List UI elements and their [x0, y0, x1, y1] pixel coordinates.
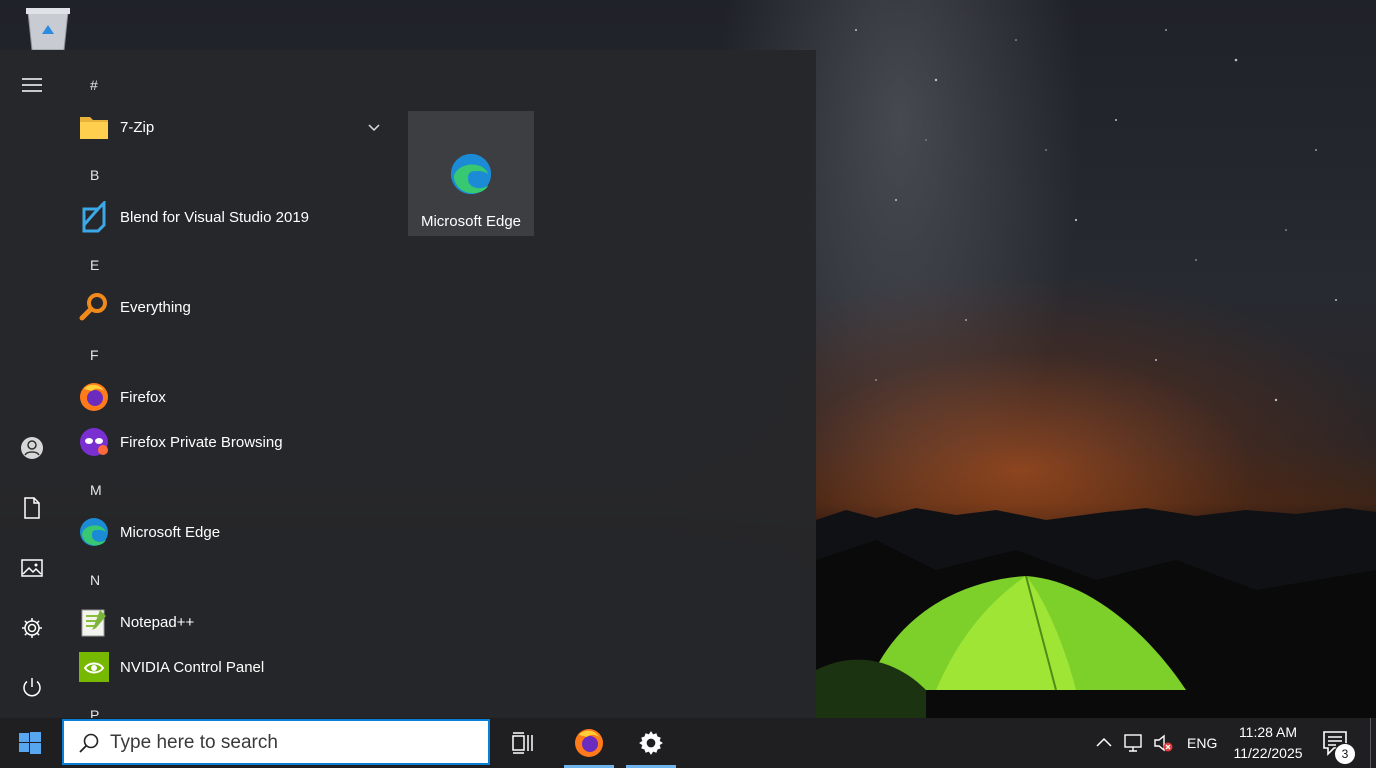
edge-icon — [450, 153, 492, 195]
task-view-icon — [512, 732, 533, 754]
power-button[interactable] — [0, 664, 64, 712]
folder-icon — [80, 117, 108, 139]
tile-label: Microsoft Edge — [420, 213, 522, 230]
app-label: Firefox Private Browsing — [120, 433, 283, 451]
app-item-microsoft-edge[interactable]: Microsoft Edge — [78, 512, 388, 552]
clock-time: 11:28 AM — [1238, 724, 1298, 740]
app-label: Microsoft Edge — [120, 523, 221, 541]
letter-header-e[interactable]: E — [90, 257, 99, 273]
app-item-everything[interactable]: Everything — [78, 287, 388, 327]
nvidia-icon — [79, 652, 109, 682]
user-avatar-icon — [21, 437, 43, 459]
letter-header-p[interactable]: P — [90, 707, 99, 718]
clock[interactable]: 11:28 AM 11/22/2025 — [1222, 722, 1314, 764]
taskbar: ENG 11:28 AM 11/22/2025 3 — [0, 718, 1376, 768]
expand-menu-button[interactable] — [0, 61, 64, 109]
app-item-firefox[interactable]: Firefox — [78, 377, 388, 417]
letter-header-hash[interactable]: # — [90, 77, 98, 93]
letter-header-b[interactable]: B — [90, 167, 99, 183]
pictures-button[interactable] — [0, 544, 64, 592]
mountain-and-tent-scene — [816, 508, 1376, 718]
clock-date: 11/22/2025 — [1233, 745, 1303, 761]
app-item-blend[interactable]: Blend for Visual Studio 2019 — [78, 197, 388, 237]
chevron-up-icon[interactable] — [1093, 732, 1115, 754]
network-icon[interactable] — [1122, 732, 1144, 754]
app-label: Everything — [120, 298, 191, 316]
language-indicator[interactable]: ENG — [1187, 735, 1217, 751]
gear-icon — [639, 731, 663, 755]
recycle-bin-icon[interactable] — [22, 6, 74, 50]
app-label: Blend for Visual Studio 2019 — [120, 208, 310, 226]
power-icon — [23, 678, 41, 697]
letter-header-n[interactable]: N — [90, 572, 100, 588]
everything-search-icon — [79, 293, 107, 321]
chevron-down-icon[interactable] — [366, 119, 382, 135]
app-list: # 7-Zip B Blend for Visual Studio 2019 E… — [64, 50, 394, 718]
task-view-button[interactable] — [500, 718, 546, 768]
user-account-button[interactable] — [0, 424, 64, 472]
app-item-firefox-private[interactable]: Firefox Private Browsing — [78, 422, 388, 462]
taskbar-settings-button[interactable] — [626, 718, 676, 768]
start-menu-rail — [0, 50, 64, 718]
search-box[interactable] — [62, 719, 490, 765]
notification-count-badge: 3 — [1334, 743, 1356, 765]
app-label: Notepad++ — [120, 613, 195, 631]
gear-icon — [22, 618, 42, 638]
show-desktop-button[interactable] — [1370, 718, 1371, 768]
hamburger-icon — [22, 78, 42, 92]
edge-icon — [80, 518, 108, 546]
firefox-icon — [80, 383, 108, 411]
app-label: NVIDIA Control Panel — [120, 658, 265, 676]
letter-header-m[interactable]: M — [90, 482, 102, 498]
windows-logo-icon — [19, 732, 41, 754]
firefox-private-icon — [80, 428, 108, 456]
tile-microsoft-edge[interactable]: Microsoft Edge — [408, 111, 534, 236]
starry-sky — [855, 29, 1337, 402]
pictures-icon — [21, 559, 43, 577]
app-label: Firefox — [120, 388, 166, 406]
app-label: 7-Zip — [120, 118, 155, 136]
app-item-notepadpp[interactable]: Notepad++ — [78, 602, 388, 642]
document-icon — [24, 497, 40, 519]
blend-icon — [82, 201, 106, 233]
letter-header-f[interactable]: F — [90, 347, 99, 363]
start-button[interactable] — [0, 718, 60, 768]
search-icon — [79, 733, 99, 753]
app-item-7zip[interactable]: 7-Zip — [78, 107, 388, 147]
settings-button[interactable] — [0, 604, 64, 652]
firefox-icon — [575, 729, 603, 757]
notepadpp-icon — [81, 609, 106, 637]
volume-muted-icon[interactable] — [1152, 732, 1174, 754]
app-item-nvidia-control-panel[interactable]: NVIDIA Control Panel — [78, 647, 388, 687]
documents-button[interactable] — [0, 484, 64, 532]
search-input[interactable] — [110, 729, 470, 757]
taskbar-firefox-button[interactable] — [564, 718, 614, 768]
start-menu: # 7-Zip B Blend for Visual Studio 2019 E… — [0, 50, 816, 718]
